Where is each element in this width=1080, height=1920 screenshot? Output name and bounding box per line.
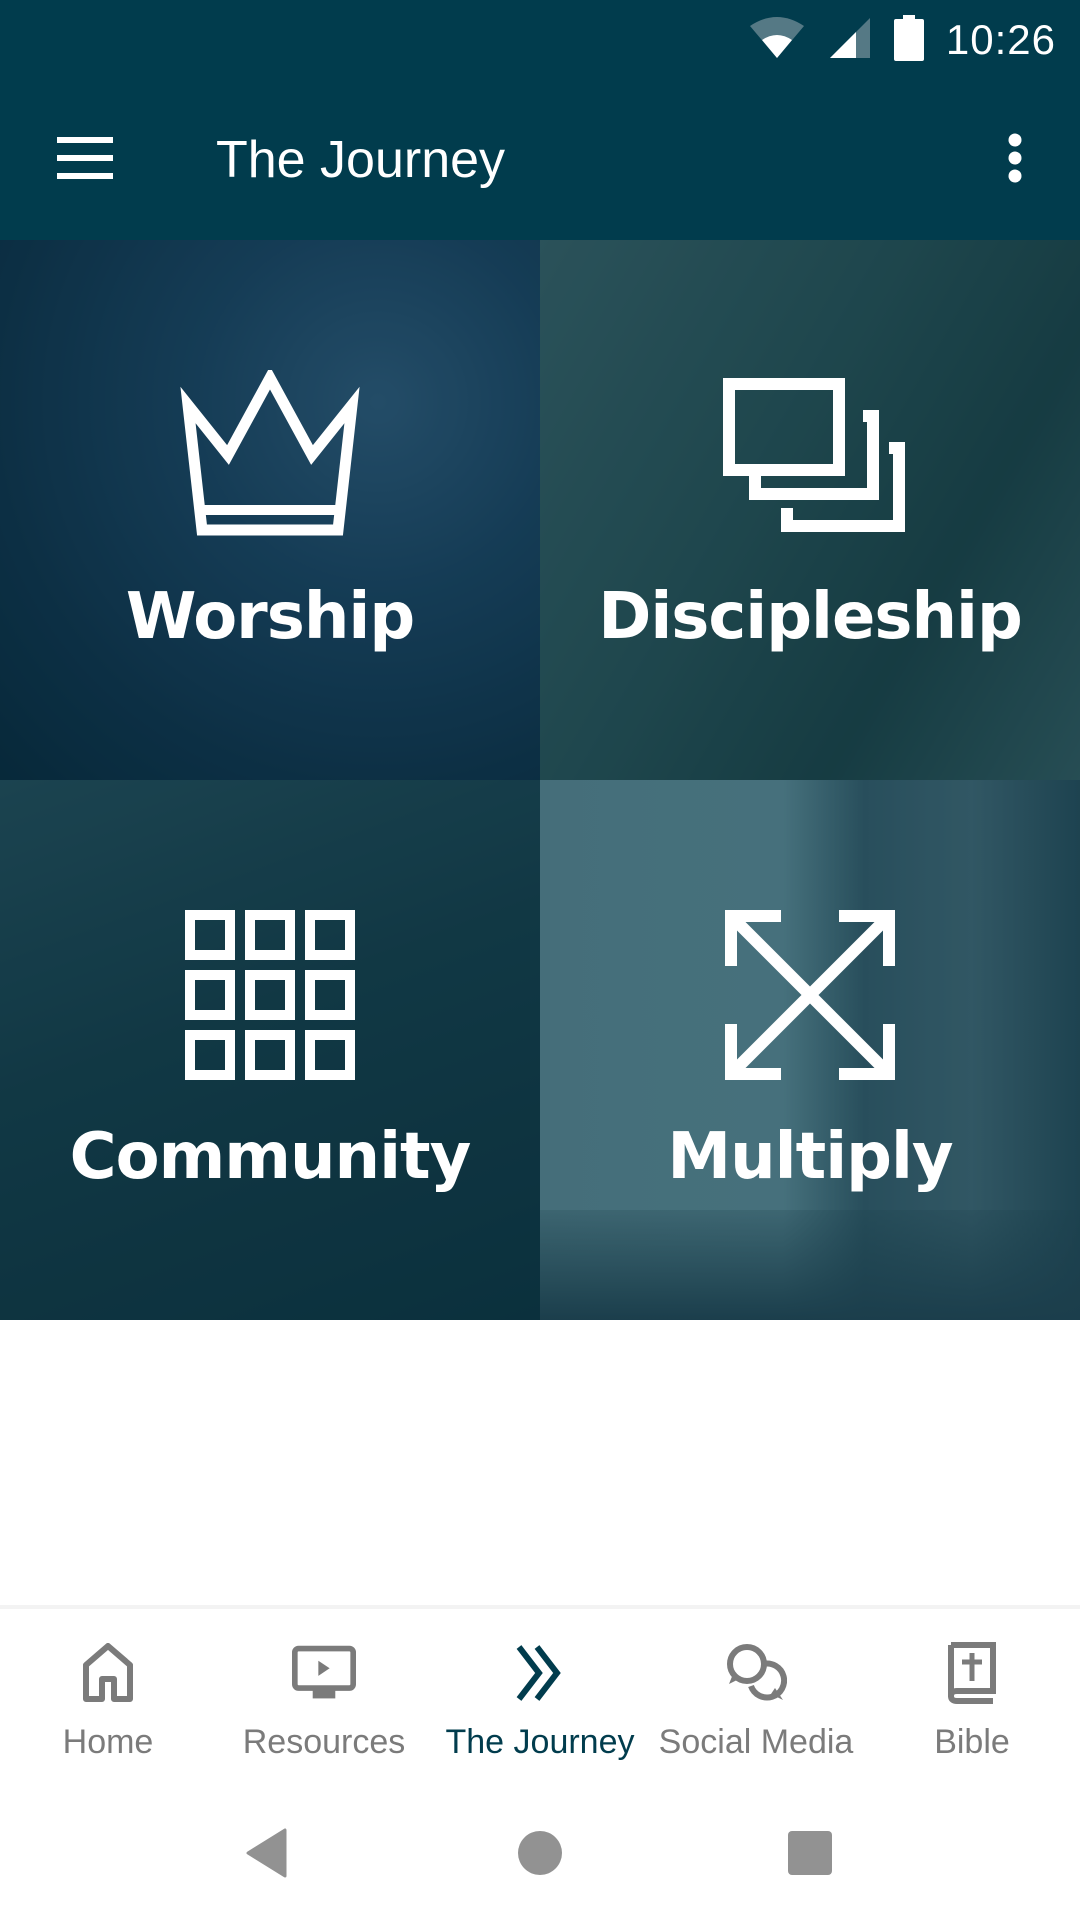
system-navigation-bar [0,1785,1080,1920]
back-icon [245,1828,289,1883]
tile-multiply[interactable]: Multiply [540,780,1080,1320]
tile-label: Discipleship [598,580,1023,654]
double-chevron-icon [508,1641,572,1705]
video-screen-icon [292,1641,356,1705]
crown-icon [178,366,362,545]
tile-discipleship[interactable]: Discipleship [540,240,1080,780]
nav-item-resources[interactable]: Resources [216,1609,432,1785]
tile-worship[interactable]: Worship [0,240,540,780]
nav-label: The Journey [445,1723,635,1761]
nav-label: Bible [934,1723,1010,1761]
tile-label: Multiply [667,1120,953,1194]
nav-label: Resources [242,1723,406,1761]
system-home-button[interactable] [505,1825,575,1885]
home-icon [76,1641,140,1705]
recents-icon [787,1830,833,1881]
tile-label: Worship [125,580,415,654]
hamburger-menu-icon [57,136,113,184]
chat-bubbles-icon [724,1641,788,1705]
nav-item-bible[interactable]: Bible [864,1609,1080,1785]
system-recents-button[interactable] [775,1825,845,1885]
home-circle-icon [517,1830,563,1881]
overflow-menu-button[interactable] [980,120,1050,200]
nav-item-home[interactable]: Home [0,1609,216,1785]
menu-button[interactable] [40,120,130,200]
nav-item-the-journey[interactable]: The Journey [432,1609,648,1785]
stacked-squares-icon [715,370,905,545]
nav-label: Social Media [658,1723,854,1761]
cellular-signal-icon [828,16,872,65]
app-bar: The Journey [0,80,1080,240]
expand-arrows-icon [725,910,895,1085]
battery-icon [893,14,924,66]
wifi-icon [748,16,806,65]
bottom-navigation: Home Resources The Journey Social Media … [0,1605,1080,1785]
journey-grid: Worship Discipleship Community Multiply [0,240,1080,1320]
bible-icon [940,1641,1004,1705]
tile-label: Community [69,1120,472,1194]
grid-icon [185,910,355,1085]
nav-label: Home [62,1723,154,1761]
tile-community[interactable]: Community [0,780,540,1320]
nav-item-social-media[interactable]: Social Media [648,1609,864,1785]
page-title: The Journey [216,131,506,189]
status-bar: 10:26 [0,0,1080,80]
more-vert-icon [1007,133,1023,188]
clock: 10:26 [945,16,1056,63]
system-back-button[interactable] [232,1825,302,1885]
